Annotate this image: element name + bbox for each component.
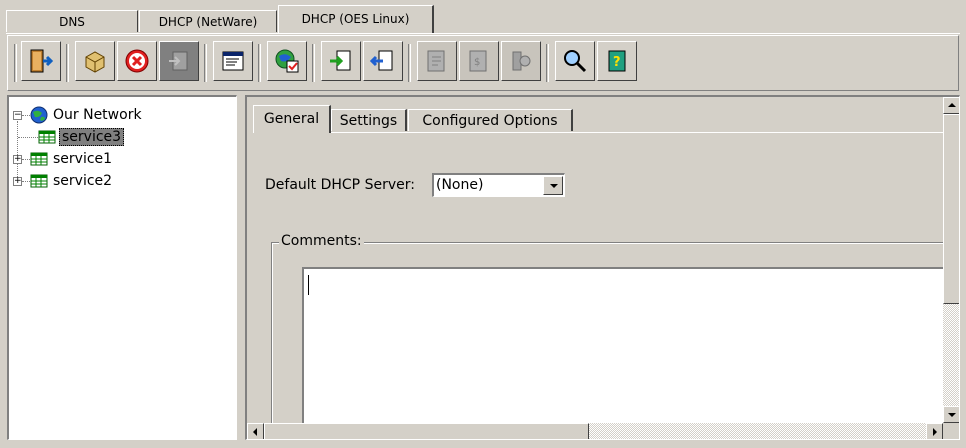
toolbar: $ ? <box>7 35 959 91</box>
toolbar-grip <box>14 44 17 82</box>
details-pane: General Settings Configured Options Defa… <box>245 95 960 440</box>
horizontal-scroll-thumb[interactable] <box>264 423 589 439</box>
pane-splitter[interactable] <box>237 95 245 440</box>
service-grid-icon <box>30 152 48 166</box>
tree-label-service2: service2 <box>53 173 113 189</box>
service-grid-icon <box>38 130 56 144</box>
scroll-corner <box>943 423 959 439</box>
expand-icon[interactable]: + <box>13 154 22 164</box>
help-icon: ? <box>608 50 626 72</box>
tree-connector <box>22 114 30 116</box>
address-icon <box>427 50 445 72</box>
delete-button[interactable] <box>117 41 157 81</box>
search-button[interactable] <box>555 41 595 81</box>
import-icon <box>169 51 188 71</box>
global-options-button[interactable] <box>267 41 307 81</box>
save-button[interactable] <box>75 41 115 81</box>
default-server-select[interactable]: (None) <box>432 173 565 197</box>
top-tab-bar: DNS DHCP (NetWare) DHCP (OES Linux) <box>6 4 960 34</box>
expand-icon[interactable]: + <box>13 176 22 186</box>
help-button[interactable]: ? <box>597 41 637 81</box>
tree-connector <box>22 180 30 182</box>
chevron-down-icon[interactable] <box>543 176 563 195</box>
tree-node-service1[interactable]: + service1 <box>13 149 114 169</box>
text-caret <box>308 275 309 295</box>
default-server-label: Default DHCP Server: <box>265 177 415 193</box>
tab-dhcp-oes-linux[interactable]: DHCP (OES Linux) <box>278 5 434 33</box>
svg-text:$: $ <box>474 57 480 68</box>
collapse-icon[interactable]: − <box>13 110 22 120</box>
tree-label-service1: service1 <box>53 151 113 167</box>
toolbar-separator <box>408 44 411 82</box>
globe-icon <box>30 106 48 124</box>
tree-connector <box>18 136 38 138</box>
svg-text:?: ? <box>613 55 621 70</box>
delete-icon <box>125 49 149 73</box>
tab-settings[interactable]: Settings <box>331 109 407 131</box>
scroll-left-icon[interactable] <box>247 423 264 439</box>
import-button[interactable] <box>159 41 199 81</box>
server-icon <box>512 51 531 71</box>
default-server-value: (None) <box>436 177 484 193</box>
tree-node-root[interactable]: − Our Network <box>13 105 144 125</box>
service-grid-icon <box>30 174 48 188</box>
tree-label-root: Our Network <box>53 107 142 123</box>
address-button[interactable] <box>417 41 457 81</box>
toolbar-separator <box>546 44 549 82</box>
export-icon <box>330 50 351 71</box>
tab-general[interactable]: General <box>253 105 331 133</box>
global-options-icon <box>275 49 299 73</box>
view-icon <box>222 51 244 71</box>
export-button[interactable] <box>321 41 361 81</box>
search-icon <box>564 50 587 73</box>
scroll-down-icon[interactable] <box>943 406 959 423</box>
network-tree[interactable]: − Our Network service3 + service1 + serv… <box>7 95 237 440</box>
toolbar-separator <box>258 44 261 82</box>
log-button[interactable] <box>363 41 403 81</box>
tab-dns[interactable]: DNS <box>6 10 138 32</box>
save-icon <box>85 51 105 73</box>
tree-node-service2[interactable]: + service2 <box>13 171 114 191</box>
range-icon: $ <box>469 50 487 72</box>
tab-divider <box>253 132 943 133</box>
scroll-up-icon[interactable] <box>943 97 959 114</box>
exit-icon <box>30 49 54 73</box>
tree-connector <box>22 158 30 160</box>
tab-divider <box>6 33 960 34</box>
range-button[interactable]: $ <box>459 41 499 81</box>
tab-configured-options[interactable]: Configured Options <box>408 109 573 131</box>
comments-label: Comments: <box>279 233 364 249</box>
vertical-scrollbar[interactable] <box>943 97 959 423</box>
exit-button[interactable] <box>21 41 61 81</box>
view-button[interactable] <box>213 41 253 81</box>
horizontal-scrollbar[interactable] <box>247 423 943 439</box>
vertical-scroll-thumb[interactable] <box>943 114 959 304</box>
toolbar-separator <box>312 44 315 82</box>
tree-label-service3: service3 <box>59 128 125 146</box>
log-icon <box>369 50 393 71</box>
comments-textarea[interactable] <box>302 267 952 437</box>
tab-dhcp-netware[interactable]: DHCP (NetWare) <box>139 10 277 32</box>
scroll-right-icon[interactable] <box>926 423 943 439</box>
toolbar-separator <box>204 44 207 82</box>
server-button[interactable] <box>501 41 541 81</box>
tree-node-service3[interactable]: service3 <box>18 127 125 147</box>
toolbar-separator <box>66 44 69 82</box>
